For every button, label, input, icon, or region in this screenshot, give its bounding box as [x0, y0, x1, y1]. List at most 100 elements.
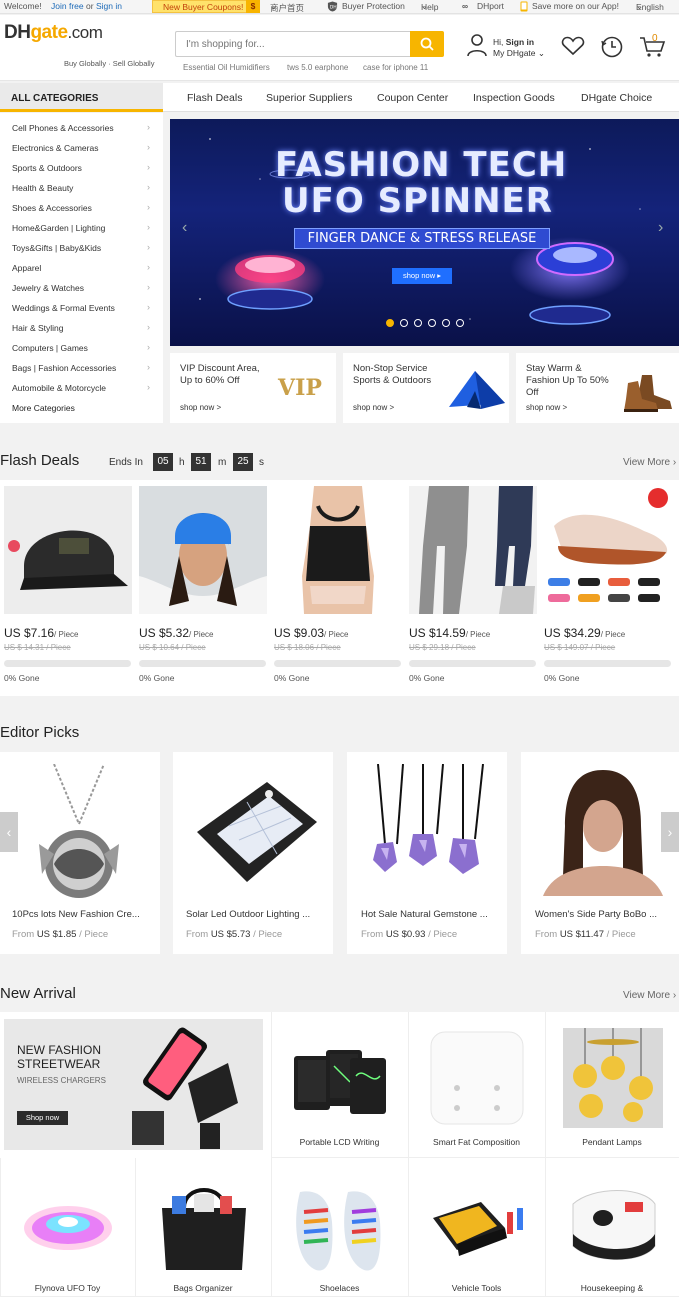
nav-dhgate-choice[interactable]: DHgate Choice	[581, 92, 652, 104]
buyer-protection-link[interactable]: Buyer Protection	[342, 1, 405, 11]
dhgate-logo[interactable]: DHgate.com	[4, 22, 103, 44]
search-input[interactable]	[175, 31, 410, 57]
arrival-cell[interactable]	[545, 1158, 679, 1297]
editor-card[interactable]	[521, 752, 679, 954]
banner-prev-arrow[interactable]: ‹	[182, 219, 187, 237]
heart-icon[interactable]	[561, 36, 585, 56]
product-image-sneakers[interactable]	[544, 486, 672, 614]
language-selector[interactable]: English ⌄	[636, 1, 664, 12]
category-item[interactable]: Electronics & Cameras	[12, 143, 98, 153]
nav-superior-suppliers[interactable]: Superior Suppliers	[266, 92, 352, 104]
app-promo-link[interactable]: Save more on our App!	[532, 1, 619, 11]
category-item[interactable]: More Categories	[12, 403, 75, 413]
product-image-corset[interactable]	[274, 486, 402, 614]
dhport-link[interactable]: DHport	[477, 1, 504, 11]
flash-view-more-link[interactable]: View More ›	[623, 457, 676, 468]
editor-product-price: From US $5.73 / Piece	[186, 929, 283, 940]
category-item[interactable]: Weddings & Formal Events	[12, 303, 115, 313]
nav-coupon-center[interactable]: Coupon Center	[377, 92, 448, 104]
sign-in-link[interactable]: Sign in	[96, 1, 122, 11]
hot-keyword[interactable]: Essential Oil Humidifiers	[183, 63, 270, 72]
promo-shop-link[interactable]: shop now >	[526, 403, 567, 412]
merchant-home-link[interactable]: 商户首页 ⌄	[270, 1, 304, 13]
flash-original-price: US $ 14.31 / Piece	[4, 643, 71, 652]
sold-percent: 0% Gone	[4, 673, 40, 683]
banner-next-arrow[interactable]: ›	[658, 219, 663, 237]
locket-necklace-image	[39, 764, 119, 898]
promo-sports[interactable]: Non-Stop Service Sports & Outdoors shop …	[343, 353, 509, 423]
category-item[interactable]: Apparel	[12, 263, 41, 273]
arrival-item-label[interactable]: Portable LCD Writing	[271, 1137, 408, 1147]
carousel-dot[interactable]	[428, 319, 436, 327]
category-item[interactable]: Cell Phones & Accessories	[12, 123, 114, 133]
nav-inspection-goods[interactable]: Inspection Goods	[473, 92, 555, 104]
category-item[interactable]: Health & Beauty	[12, 183, 73, 193]
arrival-item-label[interactable]: Vehicle Tools	[408, 1283, 545, 1293]
category-item[interactable]: Automobile & Motorcycle	[12, 383, 106, 393]
banner-shop-now-button[interactable]: shop now ▸	[392, 268, 452, 284]
editor-card[interactable]	[173, 752, 333, 954]
all-categories-button[interactable]: ALL CATEGORIES	[0, 83, 163, 112]
carousel-dot[interactable]	[456, 319, 464, 327]
flash-price: US $7.16/ Piece	[4, 626, 79, 640]
sold-progress-bar	[544, 660, 671, 667]
promo-shop-link[interactable]: shop now >	[180, 403, 221, 412]
account-menu[interactable]: Hi, Sign in My DHgate ⌄	[493, 37, 545, 59]
product-image-cap[interactable]	[4, 486, 132, 614]
arrival-view-more-link[interactable]: View More ›	[623, 990, 676, 1001]
arrival-item-label[interactable]: Smart Fat Composition	[408, 1137, 545, 1147]
arrival-cell[interactable]	[408, 1158, 545, 1297]
editor-card[interactable]	[0, 752, 160, 954]
editor-product-name[interactable]: Solar Led Outdoor Lighting ...	[186, 909, 310, 920]
promo-vip[interactable]: VIP Discount Area, Up to 60% Off shop no…	[170, 353, 336, 423]
help-menu[interactable]: Help ⌄	[421, 1, 438, 12]
arrival-item-label[interactable]: Housekeeping &	[545, 1283, 679, 1293]
welcome-text: Welcome!	[4, 1, 42, 11]
hot-keyword[interactable]: tws 5.0 earphone	[287, 63, 348, 72]
featured-streetwear-banner[interactable]: NEW FASHION STREETWEAR WIRELESS CHARGERS…	[4, 1019, 263, 1150]
hot-keyword[interactable]: case for iphone 11	[363, 63, 428, 72]
phone-icon	[520, 1, 528, 14]
editor-prev-arrow[interactable]: ‹	[0, 812, 18, 852]
category-item[interactable]: Home&Garden | Lighting	[12, 223, 105, 233]
arrival-item-label[interactable]: Bags Organizer	[135, 1283, 271, 1293]
history-icon[interactable]	[600, 35, 624, 59]
arrival-item-label[interactable]: Shoelaces	[271, 1283, 408, 1293]
category-item[interactable]: Shoes & Accessories	[12, 203, 92, 213]
carousel-dot[interactable]	[442, 319, 450, 327]
product-image-joggers[interactable]	[409, 486, 537, 614]
category-item[interactable]: Toys&Gifts | Baby&Kids	[12, 243, 101, 253]
category-item[interactable]: Hair & Styling	[12, 323, 64, 333]
category-item[interactable]: Computers | Games	[12, 343, 88, 353]
nav-flash-deals[interactable]: Flash Deals	[187, 92, 242, 104]
feature-shop-now-button[interactable]: Shop now	[17, 1111, 68, 1125]
product-image-beanie[interactable]	[139, 486, 267, 614]
carousel-dot[interactable]	[414, 319, 422, 327]
promo-shoes[interactable]: Stay Warm & Fashion Up To 50% Off shop n…	[516, 353, 679, 423]
user-icon[interactable]	[466, 33, 488, 57]
hero-banner[interactable]: FASHION TECH UFO SPINNER FINGER DANCE & …	[170, 119, 679, 346]
arrival-item-label[interactable]: Pendant Lamps	[545, 1137, 679, 1147]
carousel-dot[interactable]	[386, 319, 394, 327]
arrival-item-label[interactable]: Flynova UFO Toy	[0, 1283, 135, 1293]
arrival-cell[interactable]	[0, 1158, 135, 1297]
editor-card[interactable]	[347, 752, 507, 954]
gemstone-pendants-image	[373, 764, 484, 874]
category-item[interactable]: Bags | Fashion Accessories	[12, 363, 116, 373]
arrival-cell[interactable]	[271, 1158, 408, 1297]
arrival-cell[interactable]	[135, 1158, 271, 1297]
promo-shop-link[interactable]: shop now >	[353, 403, 394, 412]
editor-product-name[interactable]: 10Pcs lots New Fashion Cre...	[12, 909, 140, 920]
new-buyer-coupons-link[interactable]: New Buyer Coupons!	[152, 0, 255, 13]
editor-product-name[interactable]: Hot Sale Natural Gemstone ...	[361, 909, 488, 920]
category-item[interactable]: Jewelry & Watches	[12, 283, 84, 293]
editor-picks-title: Editor Picks	[0, 724, 80, 741]
join-free-link[interactable]: Join free	[51, 1, 84, 11]
new-arrival-title: New Arrival	[0, 985, 76, 1002]
wireless-charger-image	[132, 1027, 238, 1149]
editor-product-name[interactable]: Women's Side Party BoBo ...	[535, 909, 657, 920]
search-button[interactable]	[410, 31, 444, 57]
carousel-dot[interactable]	[400, 319, 408, 327]
category-item[interactable]: Sports & Outdoors	[12, 163, 82, 173]
editor-next-arrow[interactable]: ›	[661, 812, 679, 852]
